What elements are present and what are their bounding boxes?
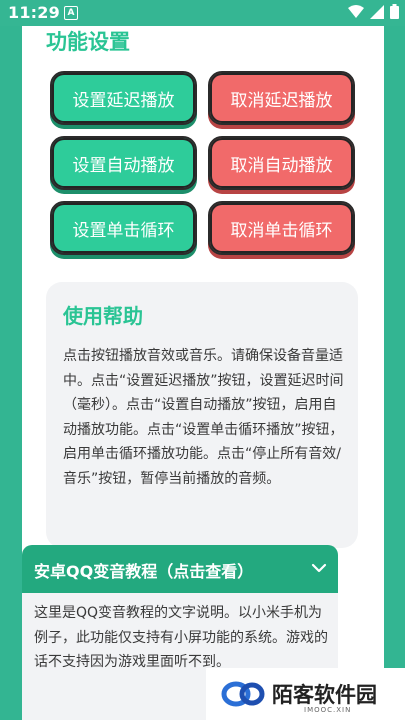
- help-text: 点击按钮播放音效或音乐。请确保设备音量适中。点击“设置延迟播放”按钮，设置延迟时…: [63, 348, 344, 487]
- help-title: 使用帮助: [63, 304, 143, 328]
- tutorial-accordion-header[interactable]: 安卓QQ变音教程（点击查看）: [22, 545, 338, 593]
- cancel-click-loop-button[interactable]: 取消单击循环: [208, 201, 355, 255]
- set-auto-play-button[interactable]: 设置自动播放: [50, 136, 197, 190]
- set-delay-play-button[interactable]: 设置延迟播放: [50, 71, 197, 125]
- cancel-auto-play-button[interactable]: 取消自动播放: [208, 136, 355, 190]
- watermark-logo-icon: [221, 681, 265, 707]
- status-time: 11:29: [8, 3, 60, 22]
- watermark-name: 陌客软件园: [272, 683, 377, 707]
- signal-icon: [370, 4, 384, 19]
- function-settings-title: 功能设置: [46, 30, 130, 54]
- tutorial-text: 这里是QQ变音教程的文字说明。以小米手机为例子，此功能仅支持有小屏功能的系统。游…: [34, 605, 328, 670]
- tutorial-title: 安卓QQ变音教程（点击查看）: [34, 562, 254, 581]
- status-bar: 11:29 A: [0, 0, 405, 26]
- help-box: 使用帮助 点击按钮播放音效或音乐。请确保设备音量适中。点击“设置延迟播放”按钮，…: [46, 282, 358, 548]
- wifi-icon: [348, 4, 364, 18]
- battery-icon: [390, 4, 399, 19]
- watermark: 陌客软件园 IMOOC.XIN: [206, 668, 405, 720]
- chevron-down-icon: [311, 563, 327, 573]
- status-icons: [348, 4, 399, 19]
- watermark-domain: IMOOC.XIN: [304, 706, 352, 714]
- set-click-loop-button[interactable]: 设置单击循环: [50, 201, 197, 255]
- notification-icon: A: [64, 6, 78, 20]
- cancel-delay-play-button[interactable]: 取消延迟播放: [208, 71, 355, 125]
